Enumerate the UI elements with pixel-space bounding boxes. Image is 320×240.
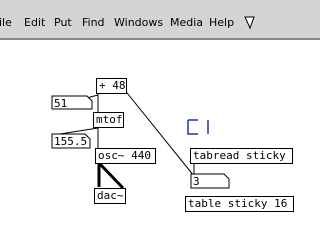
object-osc[interactable]: osc~ 440 xyxy=(95,148,156,164)
object-plus-48[interactable]: + 48 xyxy=(96,78,127,94)
object-mtof-label: mtof xyxy=(96,113,123,126)
object-plus-48-label: + 48 xyxy=(99,79,126,92)
number-box-3-value: 3 xyxy=(193,175,200,188)
number-box-155[interactable]: 155.5 xyxy=(52,134,90,148)
menu-put[interactable]: Put xyxy=(54,16,72,29)
object-osc-label: osc~ 440 xyxy=(98,149,151,162)
number-box-3[interactable]: 3 xyxy=(191,174,229,188)
connection-osc-to-dac-right xyxy=(97,161,125,190)
object-table-sticky[interactable]: table sticky 16 xyxy=(185,196,294,212)
number-box-51-value: 51 xyxy=(54,97,68,110)
menu-edit[interactable]: Edit xyxy=(24,16,45,29)
menu-bar: ile Edit Put Find Windows Media Help xyxy=(0,0,320,40)
object-dac-label: dac~ xyxy=(97,189,124,202)
number-box-155-value: 155.5 xyxy=(54,135,88,148)
menu-find[interactable]: Find xyxy=(82,16,105,29)
patch-canvas[interactable]: + 48 mtof osc~ 440 dac~ tabread sticky t… xyxy=(0,40,320,240)
object-dac[interactable]: dac~ xyxy=(94,188,126,204)
menu-windows[interactable]: Windows xyxy=(114,16,163,29)
menu-media[interactable]: Media xyxy=(170,16,203,29)
empty-object-left-bracket xyxy=(187,119,198,135)
menu-help[interactable]: Help xyxy=(209,16,234,29)
pointer-cursor-icon xyxy=(244,16,255,30)
number-box-51[interactable]: 51 xyxy=(52,96,92,110)
menu-file[interactable]: ile xyxy=(0,16,12,29)
object-table-label: table sticky 16 xyxy=(188,197,288,210)
object-tabread-sticky[interactable]: tabread sticky xyxy=(190,148,293,164)
object-tabread-label: tabread sticky xyxy=(193,149,286,162)
object-mtof[interactable]: mtof xyxy=(93,112,124,128)
